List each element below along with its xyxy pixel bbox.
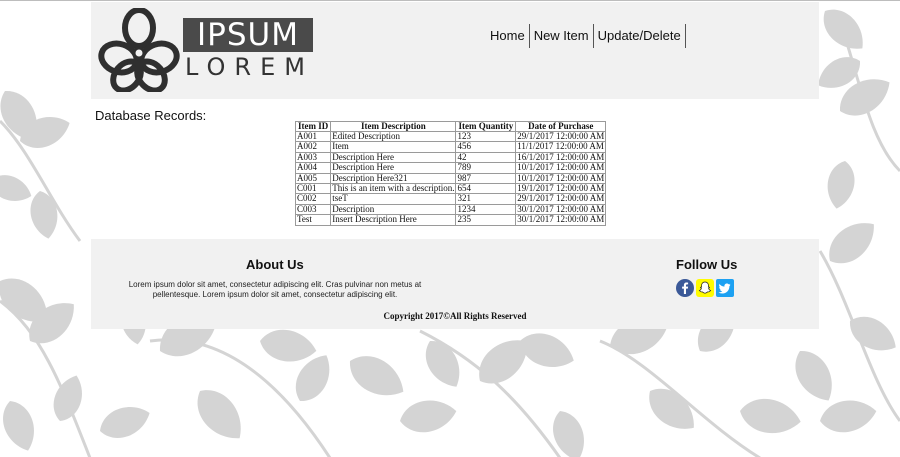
cell-item-id: Test	[294, 214, 332, 226]
nav-home-link[interactable]: Home	[486, 24, 530, 48]
cell-item-quantity: 235	[455, 214, 517, 226]
cell-date-of-purchase: 19/1/2017 12:00:00 AM	[515, 183, 607, 195]
table-row: A002 Item 456 11/1/2017 12:00:00 AM	[294, 141, 607, 153]
cell-item-description: Item	[330, 141, 457, 153]
cell-item-description: Description	[330, 203, 457, 216]
table-row: C001 This is an item with a description.…	[294, 183, 607, 195]
cell-item-id: A004	[294, 162, 332, 174]
cell-item-id: A005	[294, 172, 332, 185]
main-content: Database Records: Item ID Item Descripti…	[91, 99, 819, 239]
cell-item-id: A002	[294, 141, 332, 153]
cell-item-id: A003	[294, 151, 332, 164]
cell-item-description: Description Here	[330, 162, 457, 174]
cell-item-quantity: 987	[455, 172, 517, 185]
cell-item-description: Insert Description Here	[330, 214, 457, 226]
site-footer: About Us Lorem ipsum dolor sit amet, con…	[91, 239, 819, 329]
table-row: A005 Description Here321 987 10/1/2017 1…	[294, 172, 607, 185]
about-us-text: Lorem ipsum dolor sit amet, consectetur …	[128, 280, 422, 299]
cell-date-of-purchase: 29/1/2017 12:00:00 AM	[515, 130, 607, 143]
cell-item-quantity: 789	[455, 162, 517, 174]
facebook-icon[interactable]	[676, 279, 694, 297]
cell-item-description: This is an item with a description.	[330, 183, 457, 195]
follow-us-heading: Follow Us	[676, 257, 738, 272]
table-row: C002 tseT 321 29/1/2017 12:00:00 AM	[294, 193, 607, 205]
about-us-heading: About Us	[246, 257, 304, 272]
table-row: A003 Description Here 42 16/1/2017 12:00…	[294, 151, 607, 164]
column-header-date-of-purchase: Date of Purchase	[515, 121, 607, 132]
nav-new-item-link[interactable]: New Item	[530, 24, 594, 48]
cell-date-of-purchase: 30/1/2017 12:00:00 AM	[515, 203, 607, 216]
cell-date-of-purchase: 10/1/2017 12:00:00 AM	[515, 162, 607, 174]
clover-logo-icon[interactable]	[97, 8, 181, 92]
nav-update-delete-link[interactable]: Update/Delete	[594, 24, 686, 48]
cell-item-id: C002	[294, 193, 332, 205]
logo-ipsum-text: IPSUM	[183, 18, 313, 52]
cell-item-quantity: 321	[455, 193, 517, 205]
cell-item-id: C001	[294, 183, 332, 195]
table-row: A004 Description Here 789 10/1/2017 12:0…	[294, 162, 607, 174]
twitter-icon[interactable]	[716, 279, 734, 297]
cell-item-description: Edited Description	[330, 130, 457, 143]
cell-item-quantity: 42	[455, 151, 517, 164]
site-header: IPSUM LOREM Home New Item Update/Delete	[91, 2, 819, 99]
database-records-heading: Database Records:	[95, 108, 207, 123]
copyright-text: Copyright 2017©All Rights Reserved	[383, 311, 527, 321]
cell-date-of-purchase: 11/1/2017 12:00:00 AM	[515, 141, 607, 153]
cell-date-of-purchase: 29/1/2017 12:00:00 AM	[515, 193, 607, 205]
cell-item-quantity: 123	[455, 130, 517, 143]
cell-item-description: Description Here321	[330, 172, 457, 185]
cell-date-of-purchase: 16/1/2017 12:00:00 AM	[515, 151, 607, 164]
column-header-item-description: Item Description	[330, 121, 457, 132]
cell-item-quantity: 1234	[455, 203, 517, 216]
cell-item-quantity: 654	[455, 183, 517, 195]
social-links	[676, 279, 734, 297]
cell-item-description: Description Here	[330, 151, 457, 164]
logo-lorem-text: LOREM	[185, 53, 314, 81]
main-navigation: Home New Item Update/Delete	[486, 24, 686, 48]
table-row: C003 Description 1234 30/1/2017 12:00:00…	[294, 203, 607, 216]
cell-item-description: tseT	[330, 193, 457, 205]
column-header-item-id: Item ID	[294, 121, 332, 132]
cell-item-id: C003	[294, 203, 332, 216]
records-table: Item ID Item Description Item Quantity D…	[294, 121, 607, 226]
table-row: A001 Edited Description 123 29/1/2017 12…	[294, 130, 607, 143]
column-header-item-quantity: Item Quantity	[455, 121, 517, 132]
cell-date-of-purchase: 10/1/2017 12:00:00 AM	[515, 172, 607, 185]
cell-date-of-purchase: 30/1/2017 12:00:00 AM	[515, 214, 607, 226]
snapchat-icon[interactable]	[696, 279, 714, 297]
cell-item-id: A001	[294, 130, 332, 143]
cell-item-quantity: 456	[455, 141, 517, 153]
table-row: Test Insert Description Here 235 30/1/20…	[294, 214, 607, 226]
table-header-row: Item ID Item Description Item Quantity D…	[294, 121, 607, 132]
